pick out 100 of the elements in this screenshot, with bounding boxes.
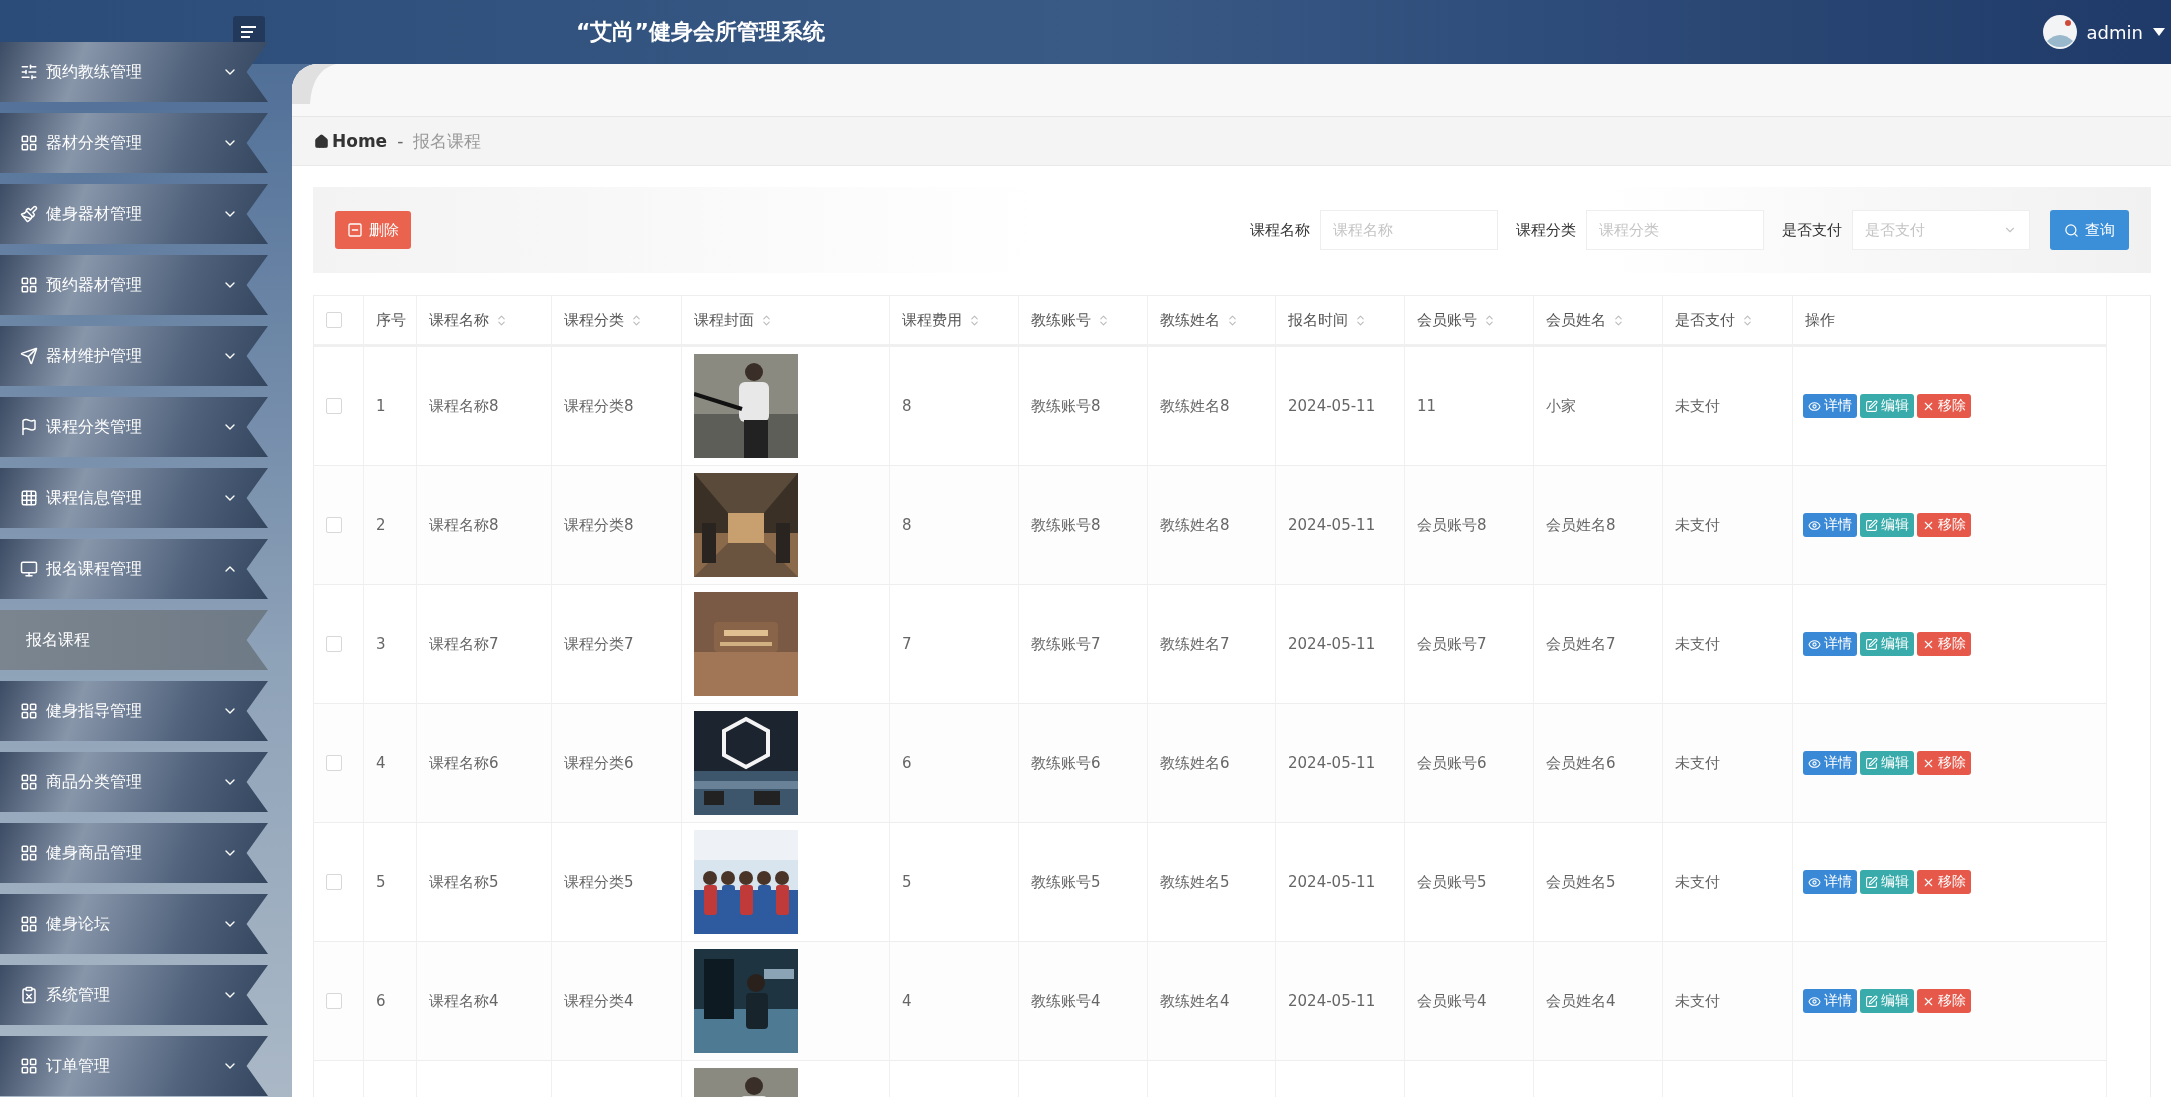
sort-icon[interactable]	[760, 313, 773, 327]
delete-button[interactable]: 删除	[335, 211, 411, 249]
sort-icon[interactable]	[1354, 313, 1367, 327]
column-header[interactable]: 教练账号	[1031, 310, 1091, 330]
avatar-icon[interactable]	[2042, 15, 2077, 49]
column-header[interactable]: 课程名称	[429, 310, 489, 330]
sidebar-item[interactable]: 报名课程管理	[0, 539, 268, 599]
breadcrumb-home-link[interactable]: Home	[314, 131, 388, 151]
home-icon	[314, 133, 329, 149]
table-cell: 未支付	[1675, 753, 1720, 773]
sidebar-item[interactable]: 系统管理	[0, 965, 268, 1025]
menu-icon	[241, 25, 257, 39]
grid-icon	[20, 276, 38, 294]
sidebar-item[interactable]: 课程分类管理	[0, 397, 268, 457]
column-header[interactable]: 课程封面	[694, 310, 754, 330]
table-cell: 2024-05-11	[1288, 635, 1376, 653]
table-cell: 11	[1417, 397, 1437, 415]
table-cell: 教练账号8	[1031, 515, 1101, 535]
edit-icon	[1865, 399, 1878, 413]
edit-button[interactable]: 编辑	[1860, 632, 1914, 656]
details-button[interactable]: 详情	[1803, 513, 1857, 537]
search-field[interactable]: 课程分类	[1586, 210, 1764, 250]
sidebar-item[interactable]: 预约器材管理	[0, 255, 268, 315]
table-cell: 8	[902, 397, 912, 415]
remove-button[interactable]: 移除	[1917, 989, 1971, 1013]
details-button[interactable]: 详情	[1803, 394, 1857, 418]
edit-button[interactable]: 编辑	[1860, 751, 1914, 775]
search-field[interactable]: 课程名称	[1320, 210, 1498, 250]
table-cell: 课程名称6	[429, 753, 499, 773]
caret-icon[interactable]	[2153, 28, 2165, 36]
table-cell: 课程分类8	[564, 515, 634, 535]
column-header[interactable]: 报名时间	[1288, 310, 1348, 330]
sort-icon[interactable]	[495, 313, 508, 327]
table-cell: 小家	[1546, 396, 1576, 416]
grid-icon	[20, 134, 38, 152]
remove-button[interactable]: 移除	[1917, 870, 1971, 894]
sort-icon[interactable]	[968, 313, 981, 327]
remove-button[interactable]: 移除	[1917, 751, 1971, 775]
sidebar-item[interactable]: 健身器材管理	[0, 184, 268, 244]
grid-icon	[20, 915, 38, 933]
details-button[interactable]: 详情	[1803, 870, 1857, 894]
table-cell: 教练姓名8	[1160, 396, 1230, 416]
table-cell: 未支付	[1675, 634, 1720, 654]
sort-icon[interactable]	[1612, 313, 1625, 327]
details-button[interactable]: 详情	[1803, 632, 1857, 656]
sort-icon[interactable]	[1483, 313, 1496, 327]
edit-button[interactable]: 编辑	[1860, 513, 1914, 537]
filter-label: 是否支付	[1782, 220, 1842, 240]
select-all-checkbox[interactable]	[326, 312, 342, 328]
column-header[interactable]: 教练姓名	[1160, 310, 1220, 330]
sidebar-item[interactable]: 商品分类管理	[0, 752, 268, 812]
table-cell: 课程分类7	[564, 634, 634, 654]
column-header[interactable]: 课程费用	[902, 310, 962, 330]
row-checkbox[interactable]	[326, 993, 342, 1009]
filter-label: 课程分类	[1516, 220, 1576, 240]
remove-button[interactable]: 移除	[1917, 394, 1971, 418]
remove-button[interactable]: 移除	[1917, 632, 1971, 656]
table-cell: 会员账号4	[1417, 991, 1487, 1011]
sidebar-item[interactable]: 订单管理	[0, 1036, 268, 1096]
row-checkbox[interactable]	[326, 398, 342, 414]
table-cell: 7	[902, 635, 912, 653]
sort-icon[interactable]	[1097, 313, 1110, 327]
sidebar-subitem[interactable]: 报名课程	[0, 610, 268, 670]
column-header[interactable]: 会员姓名	[1546, 310, 1606, 330]
row-checkbox[interactable]	[326, 517, 342, 533]
table-cell: 课程分类6	[564, 753, 634, 773]
details-button[interactable]: 详情	[1803, 751, 1857, 775]
table-cell: 教练账号6	[1031, 753, 1101, 773]
remove-button[interactable]: 移除	[1917, 513, 1971, 537]
column-header[interactable]: 课程分类	[564, 310, 624, 330]
table-cell: 教练姓名7	[1160, 634, 1230, 654]
edit-button[interactable]: 编辑	[1860, 394, 1914, 418]
eye-icon	[1808, 994, 1821, 1008]
sort-icon[interactable]	[630, 313, 643, 327]
table-cell: 会员账号6	[1417, 753, 1487, 773]
column-header: 操作	[1805, 310, 1835, 330]
sidebar-item[interactable]: 器材维护管理	[0, 326, 268, 386]
sort-icon[interactable]	[1226, 313, 1239, 327]
user-name[interactable]: admin	[2086, 21, 2143, 43]
column-header[interactable]: 是否支付	[1675, 310, 1735, 330]
sidebar-item[interactable]: 课程信息管理	[0, 468, 268, 528]
row-checkbox[interactable]	[326, 755, 342, 771]
row-checkbox[interactable]	[326, 874, 342, 890]
table-cell: 4	[902, 992, 912, 1010]
search-button[interactable]: 查询	[2050, 210, 2129, 250]
details-button[interactable]: 详情	[1803, 989, 1857, 1013]
sidebar-item[interactable]: 预约教练管理	[0, 42, 268, 102]
table-cell: 教练姓名6	[1160, 753, 1230, 773]
sort-icon[interactable]	[1741, 313, 1754, 327]
search-icon	[2064, 222, 2079, 238]
flag-icon	[20, 418, 38, 436]
edit-button[interactable]: 编辑	[1860, 989, 1914, 1013]
sidebar-item[interactable]: 健身商品管理	[0, 823, 268, 883]
edit-button[interactable]: 编辑	[1860, 870, 1914, 894]
column-header[interactable]: 会员账号	[1417, 310, 1477, 330]
sidebar-item[interactable]: 健身指导管理	[0, 681, 268, 741]
sidebar-item[interactable]: 器材分类管理	[0, 113, 268, 173]
table-cell: 课程分类8	[564, 396, 634, 416]
sidebar-item[interactable]: 健身论坛	[0, 894, 268, 954]
row-checkbox[interactable]	[326, 636, 342, 652]
